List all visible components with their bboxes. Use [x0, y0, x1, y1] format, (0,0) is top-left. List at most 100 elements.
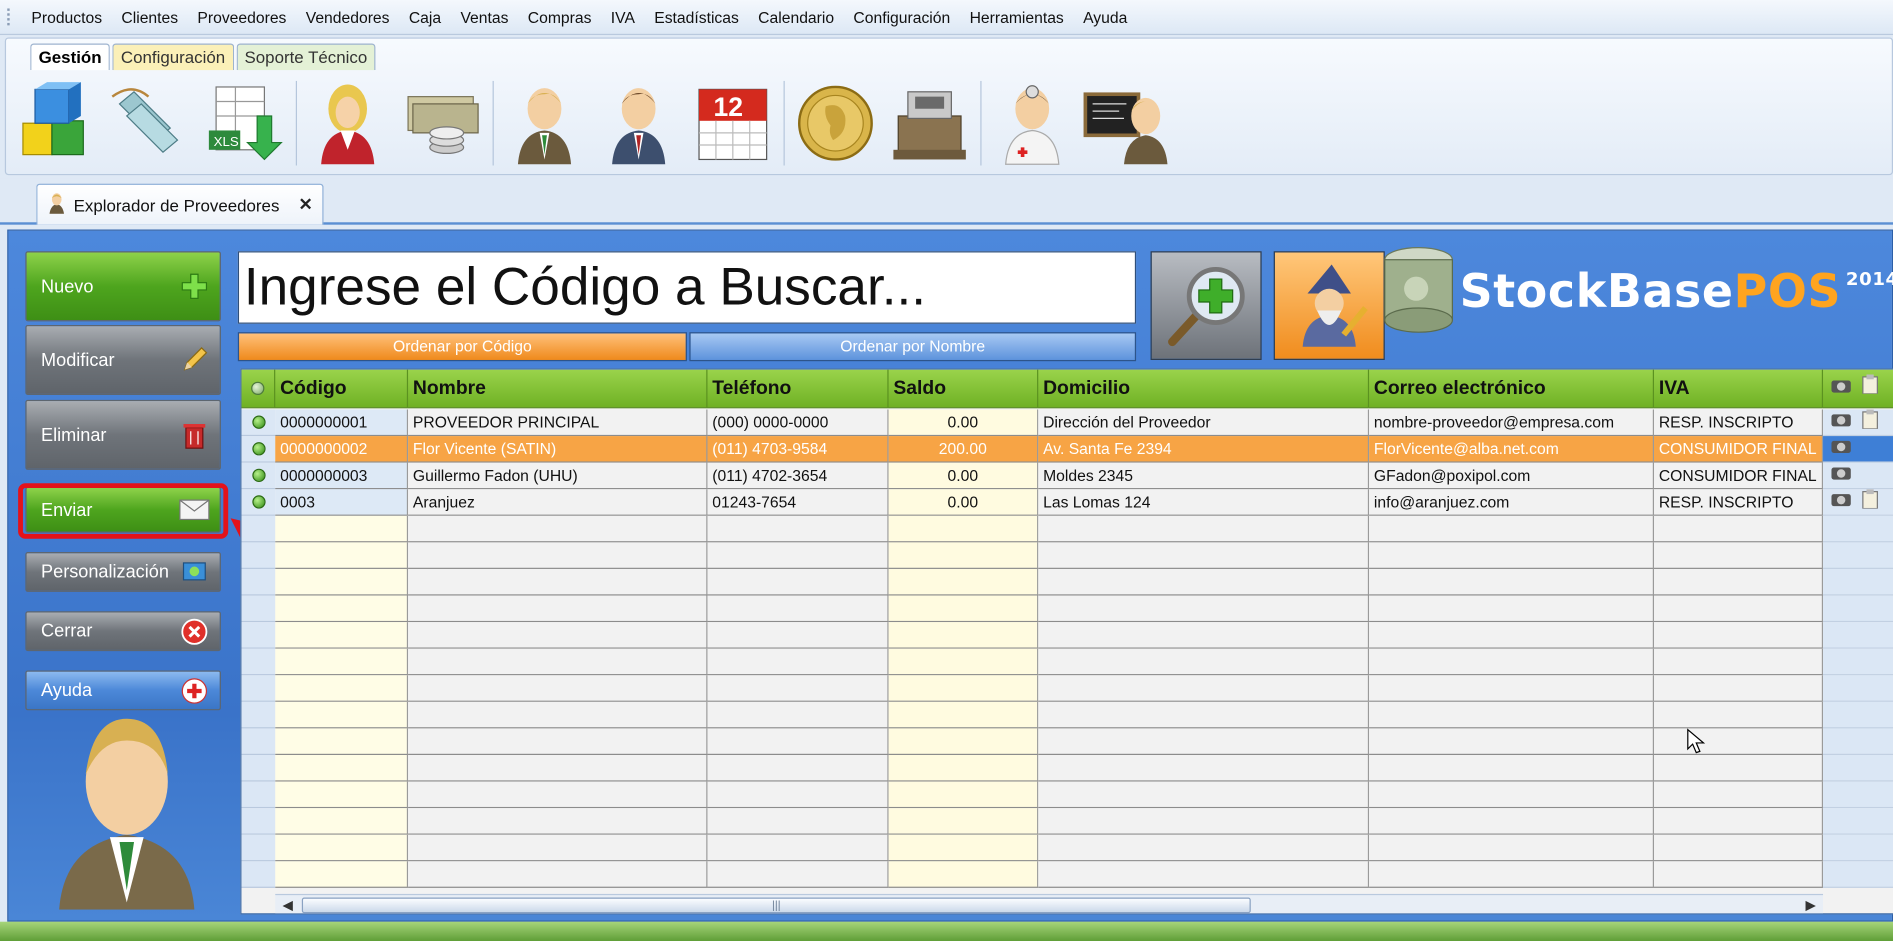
cell-domicilio[interactable] [1038, 754, 1370, 782]
cell-saldo[interactable]: 0.00 [888, 409, 1039, 437]
menu-productos[interactable]: Productos [22, 0, 112, 34]
empty-row[interactable] [241, 515, 1893, 543]
cell-domicilio[interactable] [1038, 542, 1370, 569]
calendar-icon[interactable]: 12 [689, 80, 776, 167]
price-tags-icon[interactable] [107, 80, 194, 167]
cell-saldo[interactable] [888, 728, 1039, 755]
cell-saldo[interactable]: 0.00 [888, 462, 1039, 490]
excel-import-icon[interactable]: XLS [202, 80, 289, 167]
tab-configuracion[interactable]: Configuración [112, 43, 234, 71]
cell-iva[interactable] [1654, 568, 1824, 596]
row-selector[interactable] [241, 675, 276, 702]
cell-saldo[interactable] [888, 861, 1039, 888]
search-button[interactable] [1150, 251, 1262, 360]
empty-row[interactable] [241, 754, 1893, 782]
menu-ayuda[interactable]: Ayuda [1073, 0, 1137, 34]
cell-domicilio[interactable]: Las Lomas 124 [1038, 489, 1370, 516]
cell-domicilio[interactable] [1038, 781, 1370, 809]
clipboard-icon[interactable] [1862, 489, 1879, 514]
close-icon[interactable]: ✕ [299, 194, 313, 215]
cell-codigo[interactable]: 0000000001 [275, 409, 409, 437]
empty-row[interactable] [241, 728, 1893, 755]
nuevo-button[interactable]: Nuevo [25, 251, 221, 322]
cell-codigo[interactable] [275, 861, 409, 888]
empty-row[interactable] [241, 568, 1893, 596]
cell-nombre[interactable] [408, 675, 708, 702]
cell-correo[interactable] [1369, 834, 1655, 862]
row-selector[interactable] [241, 622, 276, 649]
empty-row[interactable] [241, 781, 1893, 809]
scroll-left-icon[interactable]: ◀ [283, 898, 293, 913]
sort-by-code-button[interactable]: Ordenar por Código [237, 332, 687, 362]
menu-vendedores[interactable]: Vendedores [296, 0, 399, 34]
cell-domicilio[interactable] [1038, 622, 1370, 649]
header-row-indicator[interactable] [241, 369, 276, 408]
money-stack-icon[interactable] [398, 80, 485, 167]
cell-saldo[interactable] [888, 701, 1039, 729]
search-input[interactable]: Ingrese el Código a Buscar... [237, 251, 1137, 324]
cell-saldo[interactable] [888, 595, 1039, 623]
row-selector[interactable] [241, 462, 276, 490]
cell-nombre[interactable]: Aranjuez [408, 489, 708, 516]
cell-domicilio[interactable]: Dirección del Proveedor [1038, 409, 1370, 437]
row-selector[interactable] [241, 648, 276, 676]
cell-iva[interactable] [1654, 542, 1824, 569]
cell-telefono[interactable] [707, 808, 889, 835]
cell-nombre[interactable] [408, 622, 708, 649]
personalizacion-button[interactable]: Personalización [25, 552, 221, 592]
cell-telefono[interactable] [707, 648, 889, 676]
camera-icon[interactable] [1830, 411, 1852, 434]
cell-nombre[interactable]: Guillermo Fadon (UHU) [408, 462, 708, 490]
cell-telefono[interactable] [707, 701, 889, 729]
col-correo[interactable]: Correo electrónico [1369, 369, 1655, 408]
cell-telefono[interactable]: 01243-7654 [707, 489, 889, 516]
cell-telefono[interactable] [707, 622, 889, 649]
cell-iva[interactable]: CONSUMIDOR FINAL [1654, 436, 1824, 463]
table-row[interactable]: 0000000001 PROVEEDOR PRINCIPAL (000) 0000-… [241, 409, 1893, 437]
cell-saldo[interactable] [888, 515, 1039, 543]
cell-saldo[interactable] [888, 568, 1039, 596]
cell-correo[interactable] [1369, 861, 1655, 888]
cell-telefono[interactable] [707, 515, 889, 543]
cell-saldo[interactable] [888, 754, 1039, 782]
cell-iva[interactable] [1654, 808, 1824, 835]
cell-iva[interactable] [1654, 861, 1824, 888]
cell-correo[interactable]: FlorVicente@alba.net.com [1369, 436, 1655, 463]
cell-iva[interactable] [1654, 701, 1824, 729]
cell-codigo[interactable] [275, 701, 409, 729]
menu-calendario[interactable]: Calendario [749, 0, 844, 34]
cell-domicilio[interactable] [1038, 515, 1370, 543]
cell-saldo[interactable]: 200.00 [888, 436, 1039, 463]
cell-iva[interactable] [1654, 648, 1824, 676]
menu-clientes[interactable]: Clientes [112, 0, 188, 34]
cell-correo[interactable] [1369, 781, 1655, 809]
cell-domicilio[interactable] [1038, 568, 1370, 596]
cell-correo[interactable] [1369, 701, 1655, 729]
cell-codigo[interactable]: 0000000003 [275, 462, 409, 490]
camera-icon[interactable] [1830, 370, 1852, 407]
table-row[interactable]: 0000000003 Guillermo Fadon (UHU) (011) 470… [241, 462, 1893, 490]
row-selector[interactable] [241, 728, 276, 755]
supplier-man-icon[interactable] [595, 80, 682, 167]
cell-iva[interactable] [1654, 728, 1824, 755]
row-selector[interactable] [241, 808, 276, 835]
cell-domicilio[interactable] [1038, 648, 1370, 676]
col-saldo[interactable]: Saldo [889, 369, 1039, 408]
cell-codigo[interactable] [275, 834, 409, 862]
clipboard-icon[interactable] [1862, 409, 1879, 435]
cell-iva[interactable] [1654, 781, 1824, 809]
cell-telefono[interactable] [707, 861, 889, 888]
cell-correo[interactable] [1369, 542, 1655, 569]
cell-nombre[interactable]: PROVEEDOR PRINCIPAL [408, 409, 708, 437]
clipboard-icon[interactable] [1862, 370, 1879, 407]
empty-row[interactable] [241, 701, 1893, 729]
cell-iva[interactable] [1654, 595, 1824, 623]
cell-nombre[interactable] [408, 515, 708, 543]
cell-saldo[interactable]: 0.00 [888, 489, 1039, 516]
cell-saldo[interactable] [888, 648, 1039, 676]
cell-codigo[interactable] [275, 781, 409, 809]
scroll-thumb[interactable]: ||| [301, 897, 1251, 914]
seller-man-icon[interactable] [501, 80, 588, 167]
tab-soporte-tecnico[interactable]: Soporte Técnico [236, 43, 376, 71]
cell-nombre[interactable] [408, 861, 708, 888]
